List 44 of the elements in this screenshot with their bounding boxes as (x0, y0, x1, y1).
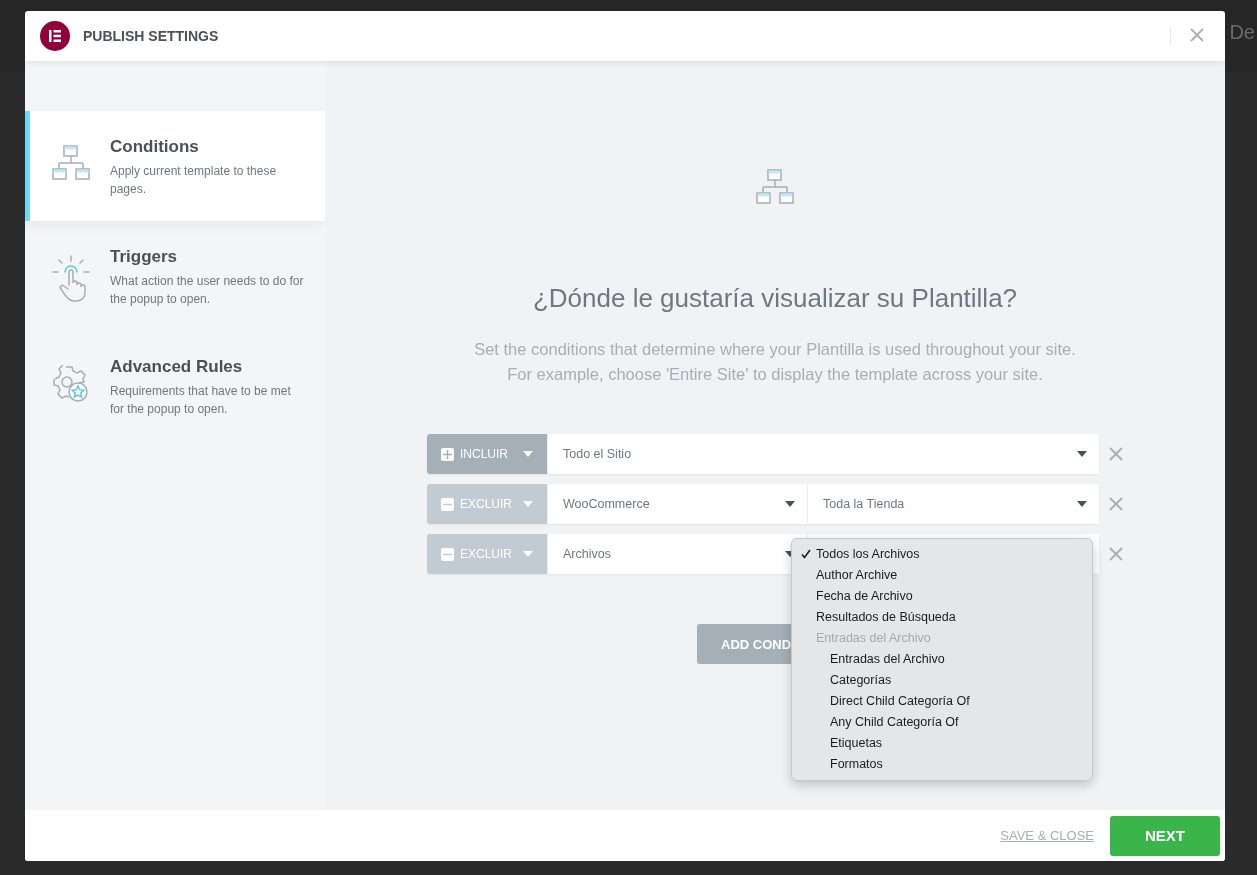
tab-title: Triggers (110, 247, 179, 267)
dropdown-option[interactable]: Resultados de Búsqueda (792, 606, 1092, 627)
plus-icon (443, 449, 452, 459)
caret-icon (523, 451, 533, 457)
condition-select[interactable]: Todo el Sitio (547, 434, 1099, 474)
dropdown-option[interactable]: Formatos (792, 753, 1092, 774)
condition-select[interactable]: WooCommerce (547, 484, 807, 524)
tab-description: Requirements that have to be met for the popup to open. (110, 383, 292, 418)
condition-select[interactable]: Toda la Tienda (807, 484, 1099, 524)
sitemap-icon (756, 169, 794, 205)
close-icon (1109, 497, 1123, 511)
logo-icon (40, 21, 70, 51)
caret-icon (523, 551, 533, 557)
sidebar-tab[interactable]: Conditions Apply current template to these pages. (25, 111, 325, 221)
dialog-title: PUBLISH SETTINGS (83, 28, 220, 44)
sitemap-icon (52, 145, 90, 181)
close-icon (1109, 547, 1123, 561)
sidebar-tab[interactable]: Triggers What action the user needs to do for the popup to open. (25, 221, 325, 331)
sidebar-tab[interactable]: Advanced Rules Requirements that have to be met for the popup to open. (25, 331, 325, 441)
tab-title: Advanced Rules (110, 357, 244, 377)
tap-hand-icon (52, 255, 90, 303)
caret-icon (785, 501, 795, 507)
remove-condition-button[interactable] (1109, 547, 1123, 561)
description-text: Set the conditions that determine where your Plantilla is used throughout your site. (474, 340, 1076, 359)
close-icon (1190, 27, 1204, 42)
caret-icon (1077, 451, 1087, 457)
dropdown-option[interactable]: Fecha de Archivo (792, 585, 1092, 606)
dropdown-option[interactable]: Any Child Categoría Of (792, 711, 1092, 732)
header-text: De (1229, 20, 1255, 44)
description-text: For example, choose 'Entire Site' to display the template across your site. (507, 365, 1043, 384)
section-heading: ¿Dónde le gustaría visualizar su Plantilla? (532, 283, 1018, 314)
caret-icon (523, 501, 533, 507)
dropdown-option[interactable]: Etiquetas (792, 732, 1092, 753)
dropdown-option[interactable]: Categorías (792, 669, 1092, 690)
tab-description: What action the user needs to do for the popup to open. (110, 273, 305, 308)
gear-star-icon (52, 365, 90, 403)
caret-icon (1077, 501, 1087, 507)
condition-select[interactable]: Archivos (547, 534, 807, 574)
tab-title: Conditions (110, 137, 200, 157)
tab-description: Apply current template to these pages. (110, 163, 278, 198)
remove-condition-button[interactable] (1109, 447, 1123, 461)
remove-condition-button[interactable] (1109, 497, 1123, 511)
dropdown-option[interactable]: Direct Child Categoría Of (792, 690, 1092, 711)
close-icon (1109, 447, 1123, 461)
